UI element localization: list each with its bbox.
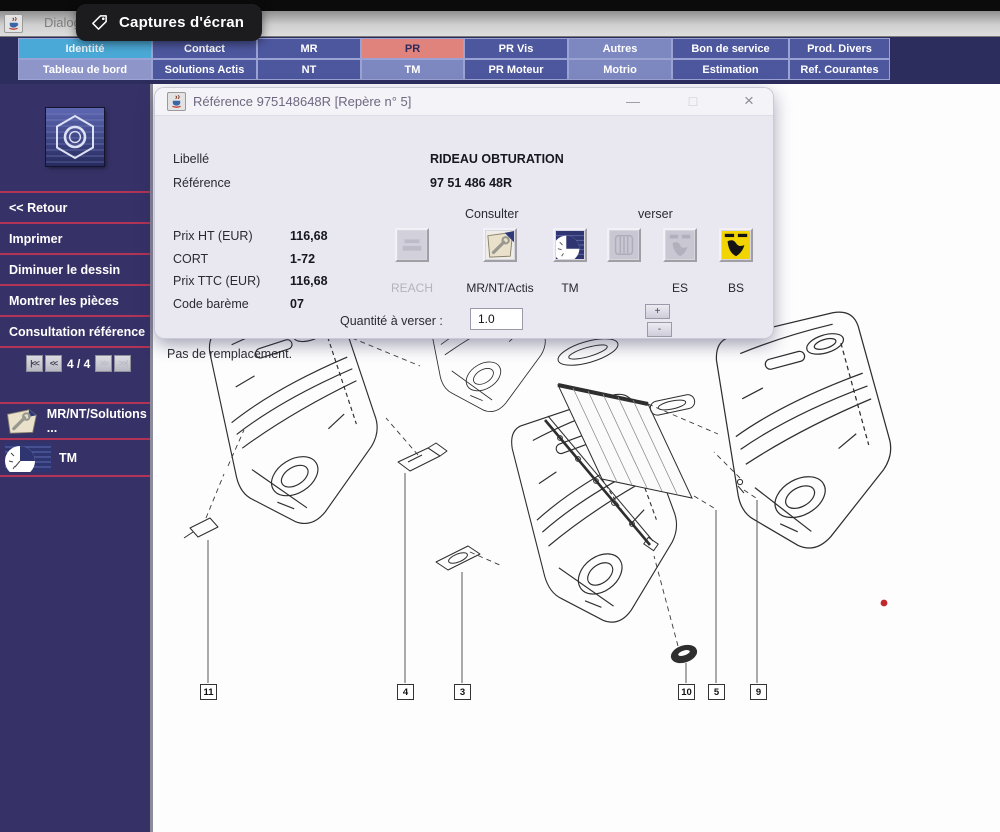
sidebar-item-consultation[interactable]: Consultation référence	[0, 315, 150, 346]
reach-button-label: REACH	[391, 281, 433, 295]
tm-button-label: TM	[561, 281, 578, 295]
sidebar-item-imprimer[interactable]: Imprimer	[0, 222, 150, 253]
callout-9[interactable]: 9	[750, 684, 767, 700]
tab-bon-de-service[interactable]: Bon de service	[672, 38, 789, 59]
hexagon-logo-icon	[46, 108, 104, 166]
quantity-label: Quantité à verser :	[340, 314, 443, 328]
quantity-plus-button[interactable]: +	[645, 304, 670, 319]
callout-3[interactable]: 3	[454, 684, 471, 700]
quantity-input[interactable]	[470, 308, 523, 330]
wrench-page-icon	[5, 408, 39, 435]
pagination: |<< << 4 / 4 >> >>|	[0, 346, 150, 380]
cort-value: 1-72	[290, 252, 315, 266]
prix-ttc-label: Prix TTC (EUR)	[173, 274, 260, 288]
bs-button-label: BS	[728, 281, 744, 295]
tab-estimation[interactable]: Estimation	[672, 59, 789, 80]
sidebar-item-montrer[interactable]: Montrer les pièces	[0, 284, 150, 315]
libelle-value: RIDEAU OBTURATION	[430, 152, 564, 166]
tab-solutions-actis[interactable]: Solutions Actis	[152, 59, 257, 80]
code-bareme-label: Code barème	[173, 297, 249, 311]
reference-value: 97 51 486 48R	[430, 176, 512, 190]
es-button-label: ES	[672, 281, 688, 295]
red-marker-dot	[881, 600, 888, 607]
gauge-icon	[5, 443, 51, 472]
sidebar-item-tm[interactable]: TM	[0, 438, 150, 475]
prix-ttc-value: 116,68	[290, 274, 328, 288]
callout-4[interactable]: 4	[397, 684, 414, 700]
java-app-icon	[4, 14, 23, 33]
separator	[0, 475, 150, 477]
java-dialog-icon	[167, 92, 186, 111]
quantity-minus-button[interactable]: -	[647, 322, 672, 337]
sidebar-item-label: MR/NT/Solutions ...	[47, 407, 148, 435]
reference-label: Référence	[173, 176, 231, 190]
sidebar-item-diminuer[interactable]: Diminuer le dessin	[0, 253, 150, 284]
tab-mr[interactable]: MR	[257, 38, 361, 59]
bs-icon	[722, 231, 750, 259]
screenshot-toast[interactable]: Captures d'écran	[76, 4, 262, 41]
pagination-label: 4 / 4	[67, 357, 90, 371]
close-button[interactable]: ×	[739, 91, 759, 111]
sidebar-item-mrnt-solutions[interactable]: MR/NT/Solutions ...	[0, 402, 150, 438]
tab-autres[interactable]: Autres	[568, 38, 672, 59]
sidebar: << Retour Imprimer Diminuer le dessin Mo…	[0, 84, 153, 832]
replacement-note: Pas de remplacement.	[167, 347, 292, 361]
callout-5[interactable]: 5	[708, 684, 725, 700]
tab-pr-vis[interactable]: PR Vis	[464, 38, 568, 59]
reach-button[interactable]	[395, 228, 429, 262]
tab-pr-moteur[interactable]: PR Moteur	[464, 59, 568, 80]
pagination-prev-button[interactable]: <<	[45, 355, 62, 372]
tab-pr[interactable]: PR	[361, 38, 464, 59]
mrnt-actis-button[interactable]	[483, 228, 517, 262]
tab-tm[interactable]: TM	[361, 59, 464, 80]
tab-prod-divers[interactable]: Prod. Divers	[789, 38, 890, 59]
reference-dialog: Référence 975148648R [Repère n° 5] — □ ×…	[155, 88, 773, 338]
verser-doc-button[interactable]	[607, 228, 641, 262]
mrnt-actis-button-label: MR/NT/Actis	[466, 281, 533, 295]
sidebar-item-label: TM	[59, 451, 77, 465]
prix-ht-value: 116,68	[290, 229, 328, 243]
libelle-label: Libellé	[173, 152, 209, 166]
dialog-titlebar[interactable]: Référence 975148648R [Repère n° 5] — □ ×	[155, 88, 773, 116]
tag-icon	[90, 13, 109, 32]
tab-nt[interactable]: NT	[257, 59, 361, 80]
bs-button[interactable]	[719, 228, 753, 262]
pagination-last-button[interactable]: >>|	[114, 355, 131, 372]
consulter-label: Consulter	[465, 207, 519, 221]
toast-label: Captures d'écran	[119, 14, 244, 31]
verser-label: verser	[638, 207, 673, 221]
pagination-next-button[interactable]: >>	[95, 355, 112, 372]
gauge-icon	[556, 231, 584, 259]
callout-11[interactable]: 11	[200, 684, 217, 700]
callout-10[interactable]: 10	[678, 684, 695, 700]
dialog-title: Référence 975148648R [Repère n° 5]	[193, 94, 411, 109]
es-button[interactable]	[663, 228, 697, 262]
tab-ref-courantes[interactable]: Ref. Courantes	[789, 59, 890, 80]
tab-tableau-de-bord[interactable]: Tableau de bord	[18, 59, 152, 80]
pagination-first-button[interactable]: |<<	[26, 355, 43, 372]
main-nav: Identité Contact MR PR PR Vis Autres Bon…	[0, 36, 1000, 84]
minimize-button[interactable]: —	[623, 91, 643, 111]
tm-button[interactable]	[553, 228, 587, 262]
prix-ht-label: Prix HT (EUR)	[173, 229, 253, 243]
tab-identite[interactable]: Identité	[18, 38, 152, 59]
cort-label: CORT	[173, 252, 208, 266]
code-bareme-value: 07	[290, 297, 304, 311]
tab-contact[interactable]: Contact	[152, 38, 257, 59]
tab-motrio[interactable]: Motrio	[568, 59, 672, 80]
maximize-button[interactable]: □	[683, 91, 703, 111]
app-window: Dialogy ← Captures d'écran Identité Cont…	[0, 0, 1000, 832]
wrench-page-icon	[486, 231, 514, 259]
sidebar-item-retour[interactable]: << Retour	[0, 191, 150, 222]
